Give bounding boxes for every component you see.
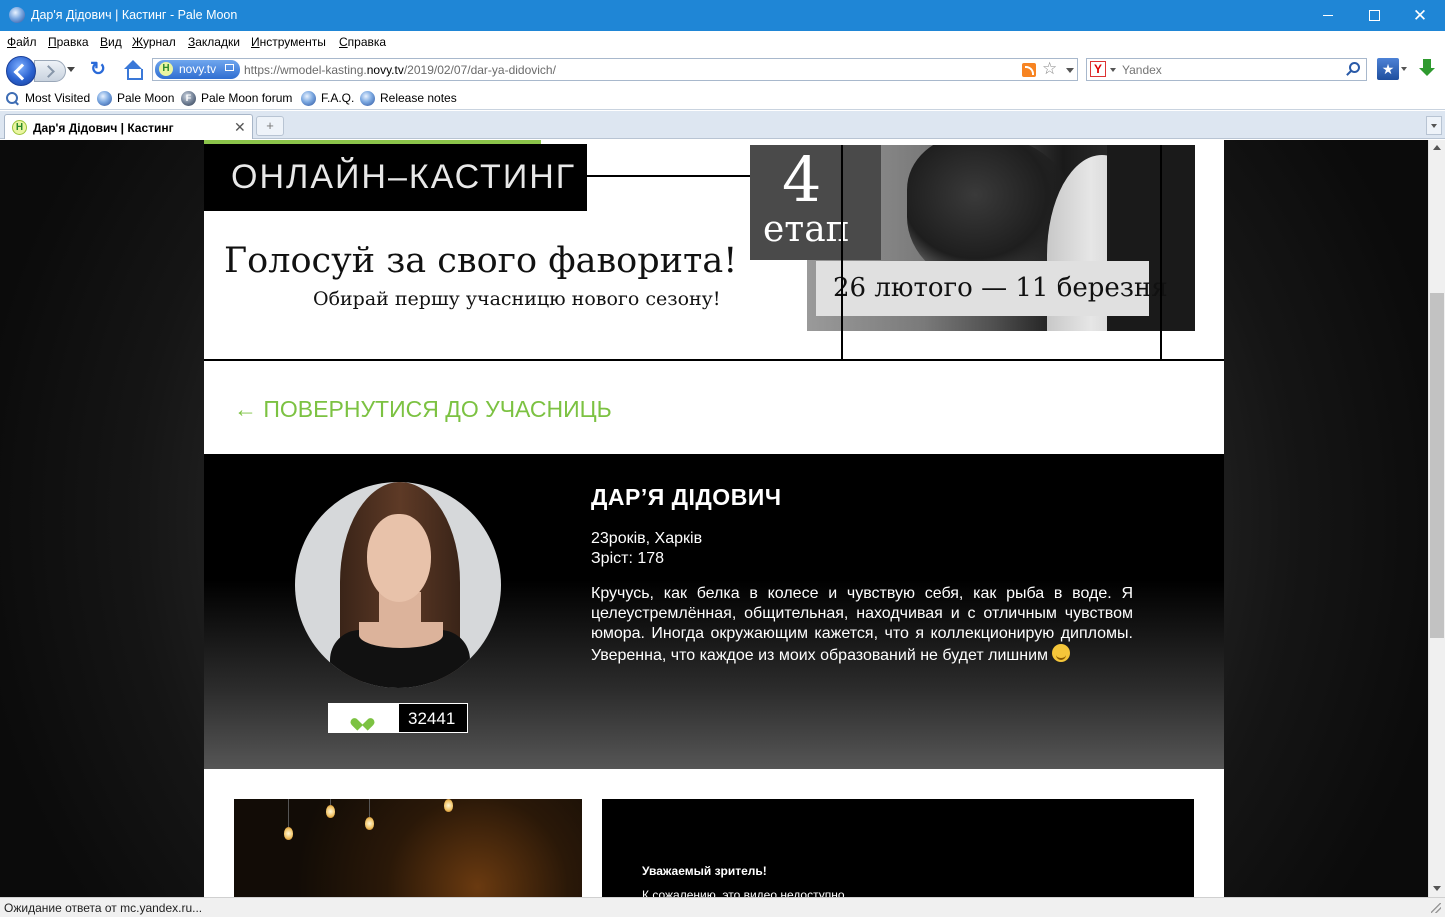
back-to-participants-link[interactable]: ← ПОВЕРНУТИСЯ ДО УЧАСНИЦЬ: [234, 396, 612, 423]
forward-button[interactable]: [34, 60, 66, 82]
engine-dropdown-icon[interactable]: [1110, 68, 1116, 72]
downloads-icon[interactable]: [1417, 58, 1437, 80]
faq-icon: [301, 91, 316, 106]
tab-strip: H Дар'я Дідович | Кастинг ✕ +: [0, 111, 1445, 139]
participant-age-city: 23років, Харків: [591, 530, 703, 547]
banner-headline: Голосуй за свого фаворита!: [224, 241, 738, 281]
pale-moon-bookmark-icon: [97, 91, 112, 106]
tab-current[interactable]: H Дар'я Дідович | Кастинг ✕: [4, 114, 253, 139]
bookmarks-toolbar: Most Visited Pale Moon F Pale Moon forum…: [0, 87, 1445, 110]
stage-number: 4: [782, 143, 822, 216]
search-input[interactable]: [1122, 59, 1342, 80]
release-notes-icon: [360, 91, 375, 106]
title-bar: Дар'я Дідович | Кастинг - Pale Moon ✕: [0, 0, 1445, 31]
video-unavailable-box: Уважаемый зритель! К сожалению, это виде…: [602, 799, 1194, 897]
menu-file[interactable]: Файл: [7, 35, 37, 49]
lock-icon: [225, 64, 234, 71]
pale-moon-icon: [9, 7, 25, 23]
vote-count: 32441: [408, 709, 456, 728]
back-button[interactable]: [6, 56, 36, 86]
menu-tools[interactable]: Инструменты: [251, 35, 326, 49]
menu-help[interactable]: Справка: [339, 35, 386, 49]
resize-grip-icon[interactable]: [1431, 903, 1441, 913]
bookmark-faq[interactable]: F.A.Q.: [321, 91, 354, 105]
bookmark-release-notes[interactable]: Release notes: [380, 91, 457, 105]
participant-bio: Кручусь, как белка в колесе и чувствую с…: [591, 585, 1133, 664]
casting-title: ОНЛАЙН–КАСТИНГ: [231, 158, 577, 196]
menu-edit[interactable]: Правка: [48, 35, 89, 49]
bookmarks-dropdown-icon[interactable]: [1401, 67, 1407, 71]
bookmarks-menu-icon[interactable]: ★: [1377, 58, 1399, 80]
rss-feed-icon[interactable]: [1022, 63, 1036, 77]
search-icon[interactable]: [1349, 62, 1360, 73]
bookmark-most-visited[interactable]: Most Visited: [25, 91, 90, 105]
divider-line: [204, 359, 1224, 361]
new-tab-button[interactable]: +: [256, 116, 284, 136]
reload-icon[interactable]: ↻: [88, 60, 108, 80]
navigation-toolbar: ↻ H novy.tv https://wmodel-kasting.novy.…: [0, 53, 1445, 87]
video-notice-title: Уважаемый зритель!: [642, 864, 767, 878]
stage-word: етап: [763, 209, 850, 250]
video-notice-text: К сожалению, это видео недоступно...: [642, 888, 855, 897]
tab-favicon-icon: H: [12, 120, 27, 135]
gallery-photo[interactable]: [234, 799, 582, 897]
menu-bar: Файл Правка Вид Журнал Закладки Инструме…: [0, 31, 1445, 53]
identity-domain: novy.tv: [179, 62, 217, 76]
status-text: Ожидание ответа от mc.yandex.ru...: [4, 901, 203, 915]
bookmark-pale-moon[interactable]: Pale Moon: [117, 91, 174, 105]
search-bar[interactable]: Y: [1086, 58, 1367, 81]
tab-list-icon[interactable]: [1426, 116, 1442, 135]
vote-widget: 32441: [328, 703, 468, 733]
bookmark-star-icon[interactable]: ☆: [1042, 59, 1057, 79]
scroll-down-icon[interactable]: [1433, 886, 1441, 891]
site-identity-button[interactable]: H novy.tv: [155, 60, 240, 79]
history-dropdown-icon[interactable]: [67, 67, 75, 72]
most-visited-icon: [5, 91, 20, 106]
banner-subline: Обирай першу учасницю нового сезону!: [313, 288, 721, 310]
stage-badge: 4 етап: [750, 145, 881, 260]
url-dropdown-icon[interactable]: [1066, 68, 1074, 73]
participant-height: Зріст: 178: [591, 550, 665, 567]
forum-icon: F: [181, 91, 196, 106]
page-container: ОНЛАЙН–КАСТИНГ Голосуй за свого фаворита…: [204, 140, 1224, 897]
home-icon[interactable]: [122, 59, 144, 81]
vertical-scrollbar[interactable]: [1428, 140, 1445, 897]
tab-title: Дар'я Дідович | Кастинг: [33, 121, 174, 135]
participant-meta: 23років, Харків Зріст: 178: [591, 529, 702, 569]
maximize-button[interactable]: [1351, 0, 1397, 31]
yandex-engine-icon[interactable]: Y: [1090, 61, 1106, 77]
url-bar[interactable]: H novy.tv https://wmodel-kasting.novy.tv…: [152, 58, 1078, 81]
bookmark-forum[interactable]: Pale Moon forum: [201, 91, 292, 105]
menu-history[interactable]: Журнал: [132, 35, 176, 49]
divider-line: [841, 145, 843, 360]
menu-bookmarks[interactable]: Закладки: [188, 35, 240, 49]
scroll-thumb[interactable]: [1430, 293, 1444, 638]
participant-avatar: [295, 482, 501, 688]
status-bar: Ожидание ответа от mc.yandex.ru...: [0, 897, 1445, 917]
menu-view[interactable]: Вид: [100, 35, 122, 49]
close-window-button[interactable]: ✕: [1397, 0, 1443, 31]
casting-header-box: ОНЛАЙН–КАСТИНГ: [204, 144, 587, 211]
participant-profile: 32441 ДАР’Я ДІДОВИЧ 23років, Харків Зріс…: [204, 454, 1224, 769]
site-favicon-icon: H: [159, 62, 173, 76]
window-title: Дар'я Дідович | Кастинг - Pale Moon: [31, 8, 238, 22]
url-text[interactable]: https://wmodel-kasting.novy.tv/2019/02/0…: [244, 63, 556, 77]
date-range: 26 лютого — 11 березня: [833, 273, 1168, 303]
heart-icon: [357, 713, 371, 726]
divider-line: [587, 175, 757, 177]
smile-emoji-icon: [1052, 644, 1071, 662]
minimize-button[interactable]: [1305, 0, 1351, 31]
date-range-box: 26 лютого — 11 березня: [816, 261, 1168, 316]
divider-line: [1160, 145, 1162, 360]
participant-name: ДАР’Я ДІДОВИЧ: [591, 484, 782, 510]
tab-close-icon[interactable]: ✕: [234, 119, 246, 136]
scroll-up-icon[interactable]: [1433, 145, 1441, 150]
page-viewport: ОНЛАЙН–КАСТИНГ Голосуй за свого фаворита…: [0, 140, 1428, 897]
vote-button[interactable]: [329, 704, 399, 732]
